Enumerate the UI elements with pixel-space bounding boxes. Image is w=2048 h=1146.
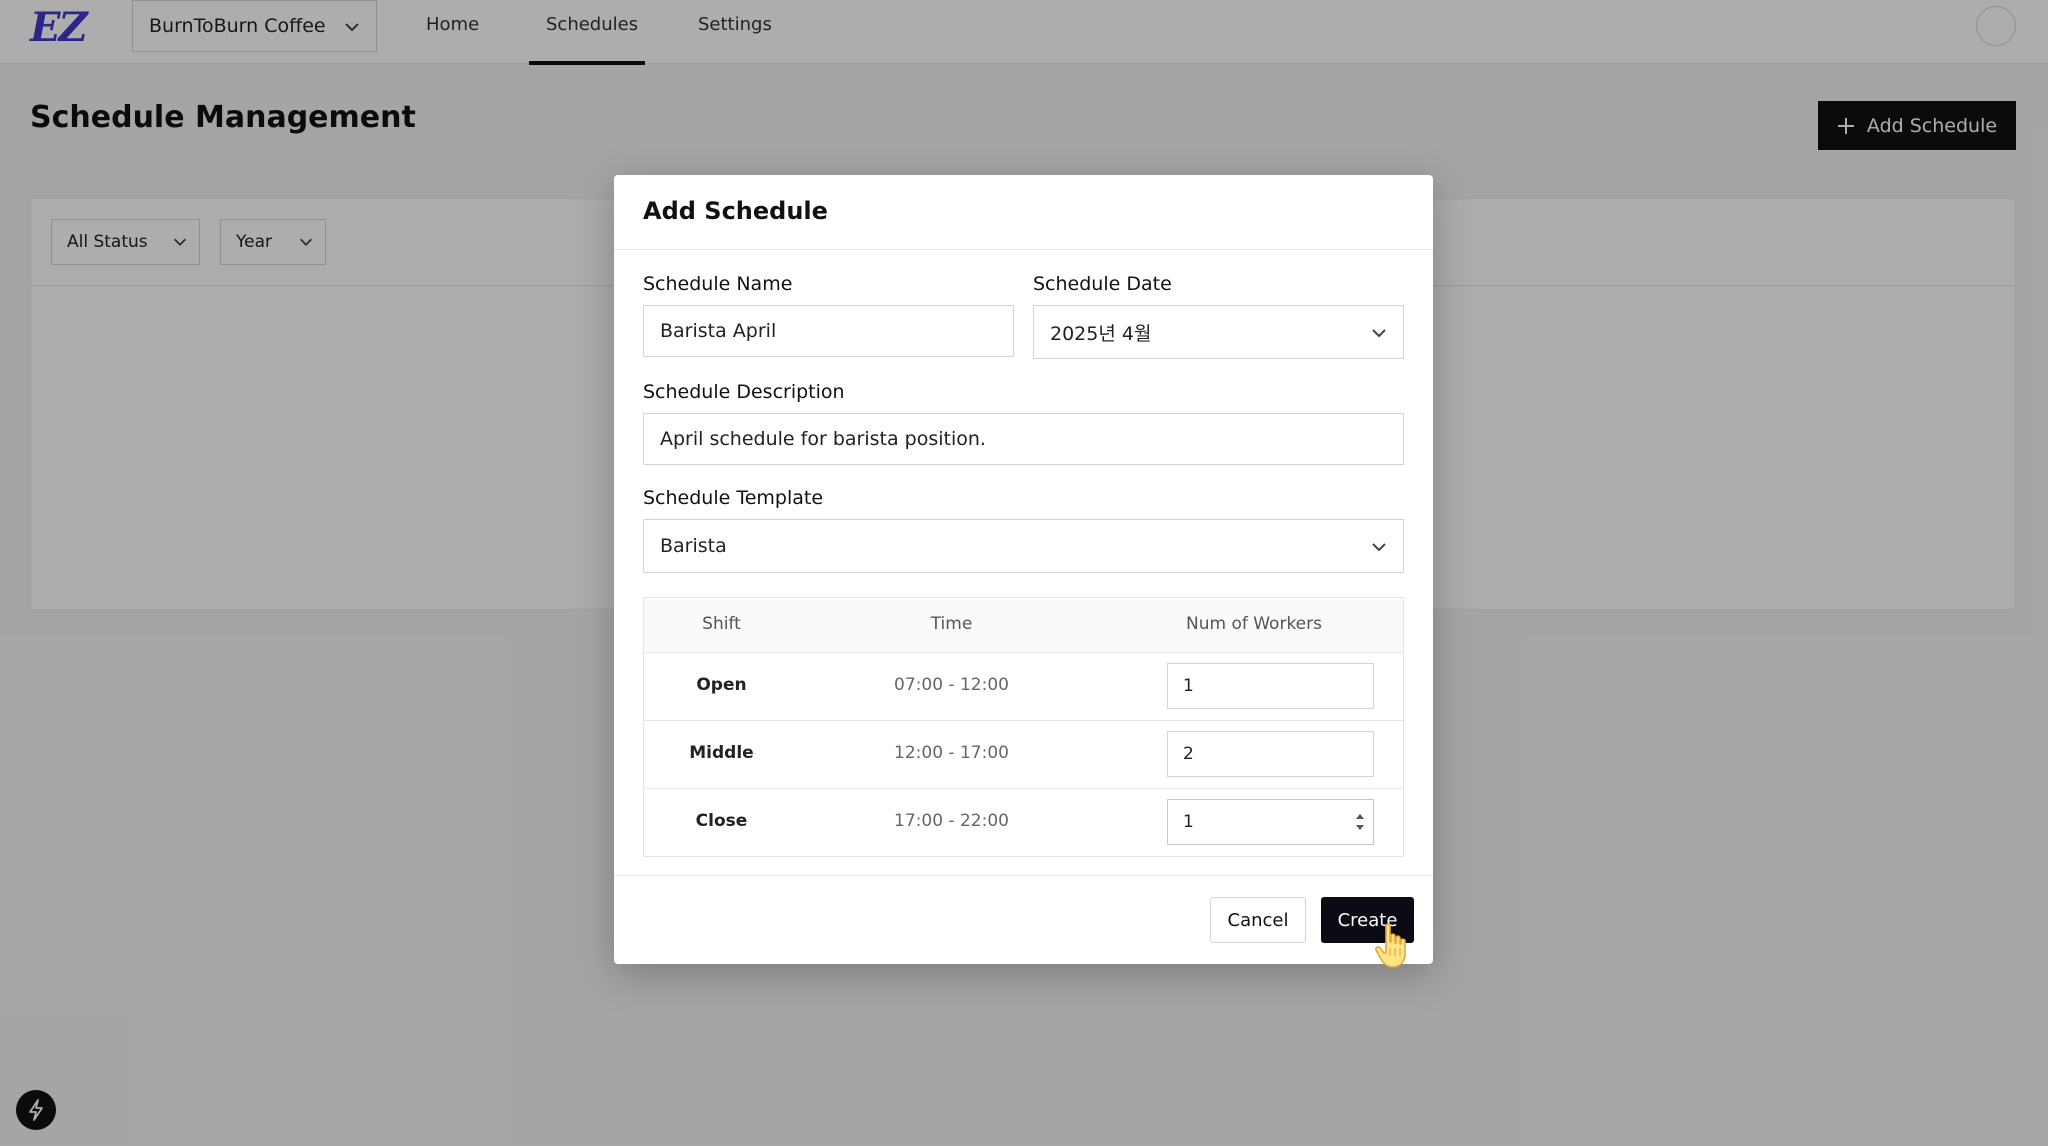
number-stepper-icon[interactable] <box>1353 810 1367 834</box>
schedule-date-label: Schedule Date <box>1033 273 1172 295</box>
table-row: Middle 12:00 - 17:00 <box>644 721 1403 789</box>
schedule-date-select[interactable]: 2025년 4월 <box>1033 305 1404 359</box>
table-row: Close 17:00 - 22:00 <box>644 789 1403 857</box>
workers-input-middle[interactable] <box>1167 731 1374 777</box>
schedule-template-select[interactable]: Barista <box>643 519 1404 573</box>
chevron-down-icon <box>1372 329 1386 338</box>
shift-name: Open <box>696 675 747 695</box>
schedule-description-label: Schedule Description <box>643 381 845 403</box>
shift-time: 17:00 - 22:00 <box>894 811 1009 831</box>
divider <box>614 875 1433 876</box>
schedule-description-input[interactable] <box>643 413 1404 465</box>
add-schedule-dialog: Add Schedule Schedule Name Schedule Date… <box>614 175 1433 964</box>
dialog-title: Add Schedule <box>643 197 828 225</box>
shift-table: Shift Time Num of Workers Open 07:00 - 1… <box>643 597 1404 857</box>
schedule-date-value: 2025년 4월 <box>1050 322 1152 345</box>
column-header-shift: Shift <box>702 614 741 634</box>
schedule-name-label: Schedule Name <box>643 273 793 295</box>
schedule-template-value: Barista <box>660 535 727 557</box>
workers-input-open[interactable] <box>1167 663 1374 709</box>
column-header-workers: Num of Workers <box>1186 614 1322 634</box>
hand-pointer-icon <box>1375 923 1406 968</box>
shift-time: 07:00 - 12:00 <box>894 675 1009 695</box>
table-row: Open 07:00 - 12:00 <box>644 653 1403 721</box>
table-header: Shift Time Num of Workers <box>644 598 1403 653</box>
cancel-button[interactable]: Cancel <box>1210 897 1306 943</box>
column-header-time: Time <box>930 614 973 634</box>
chevron-down-icon <box>1372 543 1386 552</box>
schedule-name-input[interactable] <box>643 305 1014 357</box>
shift-name: Middle <box>689 743 754 763</box>
shift-name: Close <box>695 811 748 831</box>
dialog-header: Add Schedule <box>614 175 1433 250</box>
workers-input-close[interactable] <box>1167 799 1374 845</box>
shift-time: 12:00 - 17:00 <box>894 743 1009 763</box>
schedule-template-label: Schedule Template <box>643 487 824 509</box>
